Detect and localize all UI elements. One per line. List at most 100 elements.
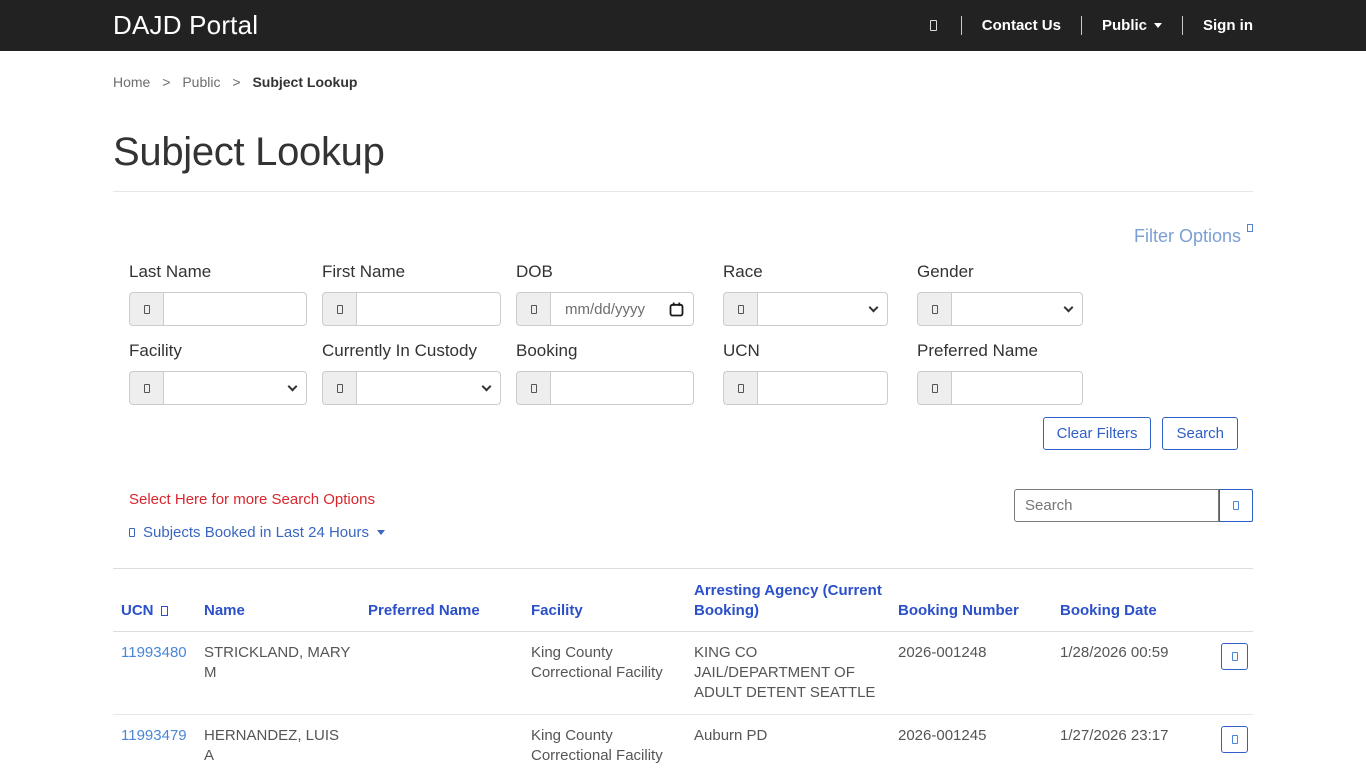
field-race: Race: [723, 262, 888, 326]
table-row: 11993479 HERNANDEZ, LUIS A King County C…: [113, 714, 1253, 768]
more-search-options-link[interactable]: Select Here for more Search Options: [129, 491, 385, 508]
navbar-search-icon[interactable]: [926, 20, 941, 31]
nav-contact-us[interactable]: Contact Us: [982, 17, 1061, 34]
field-gender: Gender: [917, 262, 1083, 326]
placeholder-glyph-icon: [737, 383, 744, 393]
currently-in-custody-label: Currently In Custody: [322, 341, 477, 360]
col-header-facility[interactable]: Facility: [523, 568, 686, 632]
field-ucn: UCN: [723, 341, 888, 405]
subjects-booked-24h-link[interactable]: Subjects Booked in Last 24 Hours: [129, 524, 385, 541]
ucn-link[interactable]: 11993480: [121, 644, 187, 661]
caret-down-icon: [376, 530, 385, 535]
nav-public-menu[interactable]: Public: [1102, 17, 1162, 34]
currently-in-custody-select[interactable]: [356, 371, 501, 405]
booking-label: Booking: [516, 341, 578, 360]
placeholder-glyph-icon: [931, 304, 938, 314]
table-search-input[interactable]: [1014, 489, 1219, 522]
field-addon-icon: [917, 292, 951, 326]
name-cell: STRICKLAND, MARY M: [204, 644, 351, 681]
field-preferred-name: Preferred Name: [917, 341, 1083, 405]
subjects-booked-24h-label: Subjects Booked in Last 24 Hours: [143, 524, 369, 541]
ucn-link[interactable]: 11993479: [121, 727, 187, 744]
preferred-name-cell: [360, 632, 523, 715]
gender-select[interactable]: [951, 292, 1083, 326]
col-header-preferred-name[interactable]: Preferred Name: [360, 568, 523, 632]
booking-input[interactable]: [550, 371, 694, 405]
booking-date-cell: 1/27/2026 23:17: [1052, 714, 1213, 768]
dob-placeholder: mm/dd/yyyy: [565, 300, 646, 318]
table-search: [1014, 489, 1253, 522]
placeholder-glyph-icon: [929, 20, 937, 31]
breadcrumb-separator: >: [232, 74, 241, 90]
first-name-label: First Name: [322, 262, 406, 281]
navbar-right: Contact Us Public Sign in: [926, 16, 1253, 35]
nav-sign-in[interactable]: Sign in: [1203, 17, 1253, 34]
filter-actions: Clear Filters Search: [113, 417, 1253, 450]
placeholder-glyph-icon: [143, 304, 150, 314]
dob-label: DOB: [516, 262, 553, 281]
placeholder-glyph-icon: [737, 304, 744, 314]
field-first-name: First Name: [322, 262, 501, 326]
field-addon-icon: [723, 292, 757, 326]
navbar-divider: [1182, 16, 1183, 35]
table-search-button[interactable]: [1219, 489, 1253, 522]
preferred-name-input[interactable]: [951, 371, 1083, 405]
filter-row-1: Last Name First Name DOB mm/dd/yyyy Race…: [113, 262, 1253, 326]
placeholder-glyph-icon: [530, 304, 537, 314]
last-name-input[interactable]: [163, 292, 307, 326]
field-addon-icon: [322, 371, 356, 405]
placeholder-glyph-icon: [1231, 735, 1238, 744]
caret-down-icon: [1154, 23, 1162, 28]
field-addon-icon: [129, 371, 163, 405]
first-name-input[interactable]: [356, 292, 501, 326]
race-label: Race: [723, 262, 763, 281]
filter-row-2: Facility Currently In Custody Booking UC…: [113, 341, 1253, 405]
table-row: 11993480 STRICKLAND, MARY M King County …: [113, 632, 1253, 715]
name-cell: HERNANDEZ, LUIS A: [196, 714, 360, 768]
field-addon-icon: [917, 371, 951, 405]
dob-input[interactable]: mm/dd/yyyy: [550, 292, 694, 326]
subjects-table: UCN Name Preferred Name Facility Arresti…: [113, 568, 1253, 768]
placeholder-glyph-icon: [336, 383, 343, 393]
clear-filters-button[interactable]: Clear Filters: [1042, 417, 1152, 450]
arresting-agency-cell: Auburn PD: [686, 714, 890, 768]
preferred-name-label: Preferred Name: [917, 341, 1038, 360]
field-addon-icon: [129, 292, 163, 326]
navbar-divider: [960, 16, 962, 35]
row-action-button[interactable]: [1221, 726, 1248, 753]
breadcrumb-public[interactable]: Public: [182, 74, 220, 90]
field-booking: Booking: [516, 341, 694, 405]
booking-date-cell: 1/28/2026 00:59: [1060, 644, 1169, 661]
brand-link[interactable]: DAJD Portal: [113, 10, 258, 41]
breadcrumb-home[interactable]: Home: [113, 74, 150, 90]
col-header-arresting-agency[interactable]: Arresting Agency (Current Booking): [686, 568, 890, 632]
col-header-booking-number[interactable]: Booking Number: [890, 568, 1052, 632]
field-facility: Facility: [129, 341, 307, 405]
race-select[interactable]: [757, 292, 888, 326]
search-button[interactable]: Search: [1162, 417, 1238, 450]
ucn-input[interactable]: [757, 371, 888, 405]
breadcrumb-separator: >: [162, 74, 171, 90]
field-dob: DOB mm/dd/yyyy: [516, 262, 694, 326]
preferred-name-cell: [360, 714, 523, 768]
facility-select[interactable]: [163, 371, 307, 405]
col-header-name[interactable]: Name: [196, 568, 360, 632]
col-header-booking-date[interactable]: Booking Date: [1052, 568, 1213, 632]
top-navbar: DAJD Portal Contact Us Public Sign in: [0, 0, 1366, 51]
field-last-name: Last Name: [129, 262, 307, 326]
search-section: Select Here for more Search Options Subj…: [113, 489, 1253, 542]
arresting-agency-cell: KING CO JAIL/DEPARTMENT OF ADULT DETENT …: [694, 644, 876, 701]
table-header-row: UCN Name Preferred Name Facility Arresti…: [113, 568, 1253, 632]
row-action-button[interactable]: [1221, 643, 1248, 670]
filter-options-link[interactable]: Filter Options: [1134, 224, 1253, 246]
placeholder-glyph-icon: [1233, 501, 1239, 510]
placeholder-glyph-icon: [336, 304, 343, 314]
page-title: Subject Lookup: [113, 130, 385, 174]
calendar-icon[interactable]: [669, 302, 684, 317]
col-header-ucn[interactable]: UCN: [113, 568, 196, 632]
facility-cell: King County Correctional Facility: [523, 714, 686, 768]
col-header-actions: [1213, 568, 1253, 632]
sort-icon[interactable]: [160, 606, 168, 616]
placeholder-glyph-icon: [1231, 652, 1238, 661]
placeholder-glyph-icon: [129, 528, 135, 537]
